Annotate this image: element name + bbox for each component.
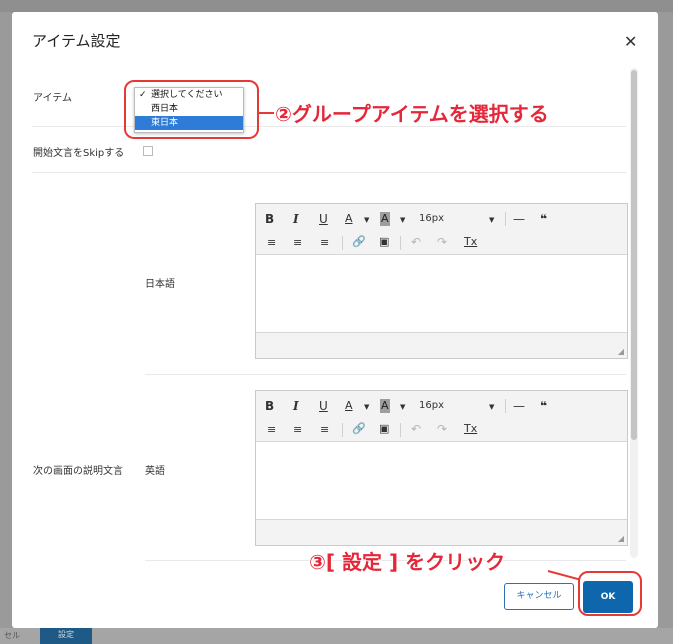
annotation-step3: ③[ 設定 ] をクリック xyxy=(309,550,506,574)
horizontal-rule-button[interactable]: — xyxy=(513,399,525,413)
font-size-select[interactable]: 16px xyxy=(419,399,444,413)
toolbar-separator xyxy=(505,212,506,226)
align-left-icon[interactable]: ≡ xyxy=(267,423,276,437)
underline-button[interactable]: U xyxy=(319,399,328,413)
highlight-box-ok xyxy=(578,571,642,616)
toolbar-separator xyxy=(342,236,343,250)
annotation-connector xyxy=(259,112,274,114)
close-icon[interactable]: ✕ xyxy=(624,32,637,51)
horizontal-rule-button[interactable]: — xyxy=(513,212,525,226)
chevron-down-icon[interactable]: ▼ xyxy=(489,403,494,411)
italic-button[interactable]: I xyxy=(293,399,299,413)
redo-icon[interactable]: ↷ xyxy=(437,235,447,249)
undo-icon[interactable]: ↶ xyxy=(411,235,421,249)
annotation-step2: ②グループアイテムを選択する xyxy=(275,102,549,126)
font-size-select[interactable]: 16px xyxy=(419,212,444,226)
align-center-icon[interactable]: ≡ xyxy=(293,236,302,250)
undo-icon[interactable]: ↶ xyxy=(411,422,421,436)
bg-color-button[interactable]: A xyxy=(380,399,390,413)
english-editor: B I U A ▼ A ▼ 16px ▼ — ❝ ≡ ≡ ≡ 🔗 ▣ ↶ ↷ T… xyxy=(255,390,628,546)
background-settings-button: 設定 xyxy=(40,626,92,644)
align-center-icon[interactable]: ≡ xyxy=(293,423,302,437)
scrollbar[interactable] xyxy=(630,68,638,558)
next-screen-label: 次の画面の説明文言 xyxy=(33,466,123,477)
modal-title: アイテム設定 xyxy=(32,32,121,50)
clear-format-button[interactable]: Tx xyxy=(464,235,477,249)
row-divider xyxy=(32,172,626,173)
chevron-down-icon[interactable]: ▼ xyxy=(400,216,405,224)
chevron-down-icon[interactable]: ▼ xyxy=(364,216,369,224)
resize-handle-icon[interactable]: ◢ xyxy=(618,347,624,356)
toolbar-separator xyxy=(505,399,506,413)
bg-color-button[interactable]: A xyxy=(380,212,390,226)
background-text: セル xyxy=(4,631,20,640)
editor-status-bar: ◢ xyxy=(256,519,627,545)
chevron-down-icon[interactable]: ▼ xyxy=(364,403,369,411)
align-right-icon[interactable]: ≡ xyxy=(320,236,329,250)
align-left-icon[interactable]: ≡ xyxy=(267,236,276,250)
quote-button[interactable]: ❝ xyxy=(540,212,547,226)
skip-checkbox[interactable] xyxy=(143,146,153,156)
highlight-box-select xyxy=(124,80,259,139)
toolbar-separator xyxy=(342,423,343,437)
background-header xyxy=(0,0,673,12)
chevron-down-icon[interactable]: ▼ xyxy=(400,403,405,411)
resize-handle-icon[interactable]: ◢ xyxy=(618,534,624,543)
skip-label: 開始文言をSkipする xyxy=(33,148,125,159)
link-icon[interactable]: 🔗 xyxy=(352,422,366,436)
row-divider xyxy=(145,374,626,375)
underline-button[interactable]: U xyxy=(319,212,328,226)
toolbar-separator xyxy=(400,236,401,250)
japanese-label: 日本語 xyxy=(145,279,175,290)
redo-icon[interactable]: ↷ xyxy=(437,422,447,436)
font-color-button[interactable]: A xyxy=(345,212,353,226)
english-label: 英語 xyxy=(145,466,165,477)
item-label: アイテム xyxy=(33,93,72,104)
toolbar-separator xyxy=(400,423,401,437)
image-icon[interactable]: ▣ xyxy=(379,235,389,249)
editor-status-bar: ◢ xyxy=(256,332,627,358)
clear-format-button[interactable]: Tx xyxy=(464,422,477,436)
font-color-button[interactable]: A xyxy=(345,399,353,413)
editor-toolbar: B I U A ▼ A ▼ 16px ▼ — ❝ ≡ ≡ ≡ 🔗 ▣ ↶ ↷ T… xyxy=(256,204,627,255)
background-footer xyxy=(0,628,673,644)
bold-button[interactable]: B xyxy=(265,212,274,226)
link-icon[interactable]: 🔗 xyxy=(352,235,366,249)
scrollbar-thumb[interactable] xyxy=(631,70,637,440)
editor-toolbar: B I U A ▼ A ▼ 16px ▼ — ❝ ≡ ≡ ≡ 🔗 ▣ ↶ ↷ T… xyxy=(256,391,627,442)
chevron-down-icon[interactable]: ▼ xyxy=(489,216,494,224)
cancel-button[interactable]: キャンセル xyxy=(504,583,574,610)
bold-button[interactable]: B xyxy=(265,399,274,413)
japanese-editor: B I U A ▼ A ▼ 16px ▼ — ❝ ≡ ≡ ≡ 🔗 ▣ ↶ ↷ T… xyxy=(255,203,628,359)
quote-button[interactable]: ❝ xyxy=(540,399,547,413)
image-icon[interactable]: ▣ xyxy=(379,422,389,436)
align-right-icon[interactable]: ≡ xyxy=(320,423,329,437)
italic-button[interactable]: I xyxy=(293,212,299,226)
